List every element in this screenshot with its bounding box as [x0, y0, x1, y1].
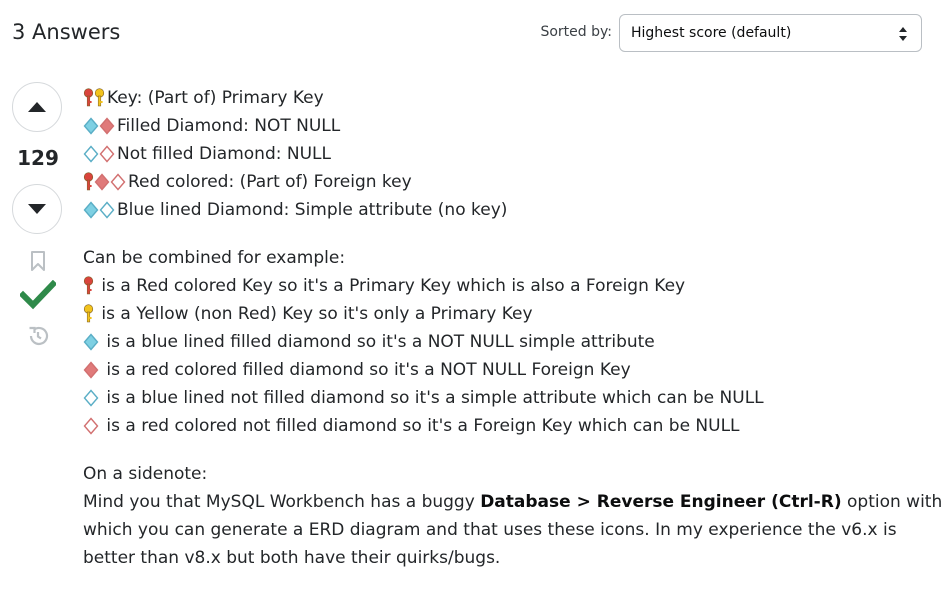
legend-item: Red colored: (Part of) Foreign key [83, 168, 933, 196]
legend-icons [83, 172, 126, 192]
sidenote-line-1: Mind you that MySQL Workbench has a bugg… [83, 488, 942, 516]
diamond-blue-filled-icon [83, 201, 99, 219]
vote-column: 129 [12, 82, 64, 348]
key-yellow-icon [94, 88, 105, 107]
combined-item: is a Yellow (non Red) Key so it's only a… [83, 300, 933, 328]
diamond-red-empty-icon [110, 173, 126, 191]
sidenote-heading: On a sidenote: [83, 464, 208, 484]
sidenote-text: Mind you that MySQL Workbench has a bugg… [83, 492, 481, 512]
sort-selected-value: Highest score (default) [631, 25, 792, 41]
legend-text: Blue lined Diamond: Simple attribute (no… [117, 200, 508, 220]
sidenote-text: option with [841, 492, 943, 512]
diamond-red-filled-icon [83, 361, 99, 379]
combined-icons [83, 389, 99, 407]
sort-arrows-icon [899, 27, 907, 41]
diamond-red-filled-icon [99, 117, 115, 135]
combined-text: is a blue lined not filled diamond so it… [101, 388, 764, 408]
accepted-answer-indicator [12, 280, 64, 310]
answers-count-title: 3 Answers [12, 20, 121, 44]
bookmark-icon [31, 251, 45, 271]
diamond-blue-filled-icon [83, 117, 99, 135]
arrow-down-icon [28, 204, 46, 214]
combined-item: is a blue lined not filled diamond so it… [83, 384, 933, 412]
legend-item: Filled Diamond: NOT NULL [83, 112, 933, 140]
combined-text: is a red colored filled diamond so it's … [101, 360, 631, 380]
arrow-up-icon [28, 102, 46, 112]
combined-item: is a blue lined filled diamond so it's a… [83, 328, 933, 356]
diamond-blue-empty-icon [99, 201, 115, 219]
combined-item: is a Red colored Key so it's a Primary K… [83, 272, 933, 300]
sort-label: Sorted by: [540, 24, 612, 40]
legend-text: Red colored: (Part of) Foreign key [128, 172, 412, 192]
answer-body: Key: (Part of) Primary Key Filled Diamond… [83, 84, 942, 572]
answers-header: 3 Answers Sorted by: Highest score (defa… [12, 14, 922, 54]
icon-legend: Key: (Part of) Primary Key Filled Diamond… [83, 84, 933, 224]
diamond-blue-filled-icon [83, 333, 99, 351]
legend-item: Not filled Diamond: NULL [83, 140, 933, 168]
combined-item: is a red colored filled diamond so it's … [83, 356, 933, 384]
key-red-icon [83, 88, 94, 107]
history-icon [29, 326, 49, 345]
combined-text: is a red colored not filled diamond so i… [101, 416, 740, 436]
bookmark-button[interactable] [12, 250, 64, 272]
legend-item: Key: (Part of) Primary Key [83, 84, 933, 112]
legend-text: Key: (Part of) Primary Key [107, 88, 324, 108]
upvote-button[interactable] [12, 82, 62, 132]
key-yellow-icon [83, 304, 94, 323]
combined-text: is a Red colored Key so it's a Primary K… [96, 276, 686, 296]
diamond-blue-empty-icon [83, 145, 99, 163]
legend-item: Blue lined Diamond: Simple attribute (no… [83, 196, 933, 224]
vote-score: 129 [17, 146, 59, 170]
diamond-red-empty-icon [99, 145, 115, 163]
diamond-blue-empty-icon [83, 389, 99, 407]
combined-icons [83, 276, 94, 296]
legend-icons [83, 88, 105, 108]
legend-icons [83, 145, 115, 163]
combined-examples: is a Red colored Key so it's a Primary K… [83, 272, 933, 440]
combined-icons [83, 333, 99, 351]
combined-text: is a blue lined filled diamond so it's a… [101, 332, 655, 352]
combined-icons [83, 361, 99, 379]
legend-icons [83, 201, 115, 219]
combined-item: is a red colored not filled diamond so i… [83, 412, 933, 440]
key-red-icon [83, 172, 94, 191]
combined-icons [83, 417, 99, 435]
menu-path-bold: Database > Reverse Engineer (Ctrl-R) [480, 492, 842, 512]
combined-icons [83, 304, 94, 324]
diamond-red-empty-icon [83, 417, 99, 435]
key-red-icon [83, 276, 94, 295]
sidenote-line-2: which you can generate a ERD diagram and… [83, 520, 897, 540]
legend-text: Not filled Diamond: NULL [117, 144, 331, 164]
downvote-button[interactable] [12, 184, 62, 234]
legend-icons [83, 117, 115, 135]
combined-text: is a Yellow (non Red) Key so it's only a… [96, 304, 533, 324]
sidenote-line-3: better than v8.x but both have their qui… [83, 548, 501, 568]
accepted-check-icon [20, 280, 56, 310]
legend-text: Filled Diamond: NOT NULL [117, 116, 341, 136]
sort-select[interactable]: Highest score (default) [619, 14, 922, 52]
diamond-red-filled-icon [94, 173, 110, 191]
revision-history-button[interactable] [12, 324, 64, 348]
combined-intro: Can be combined for example: [83, 248, 346, 268]
